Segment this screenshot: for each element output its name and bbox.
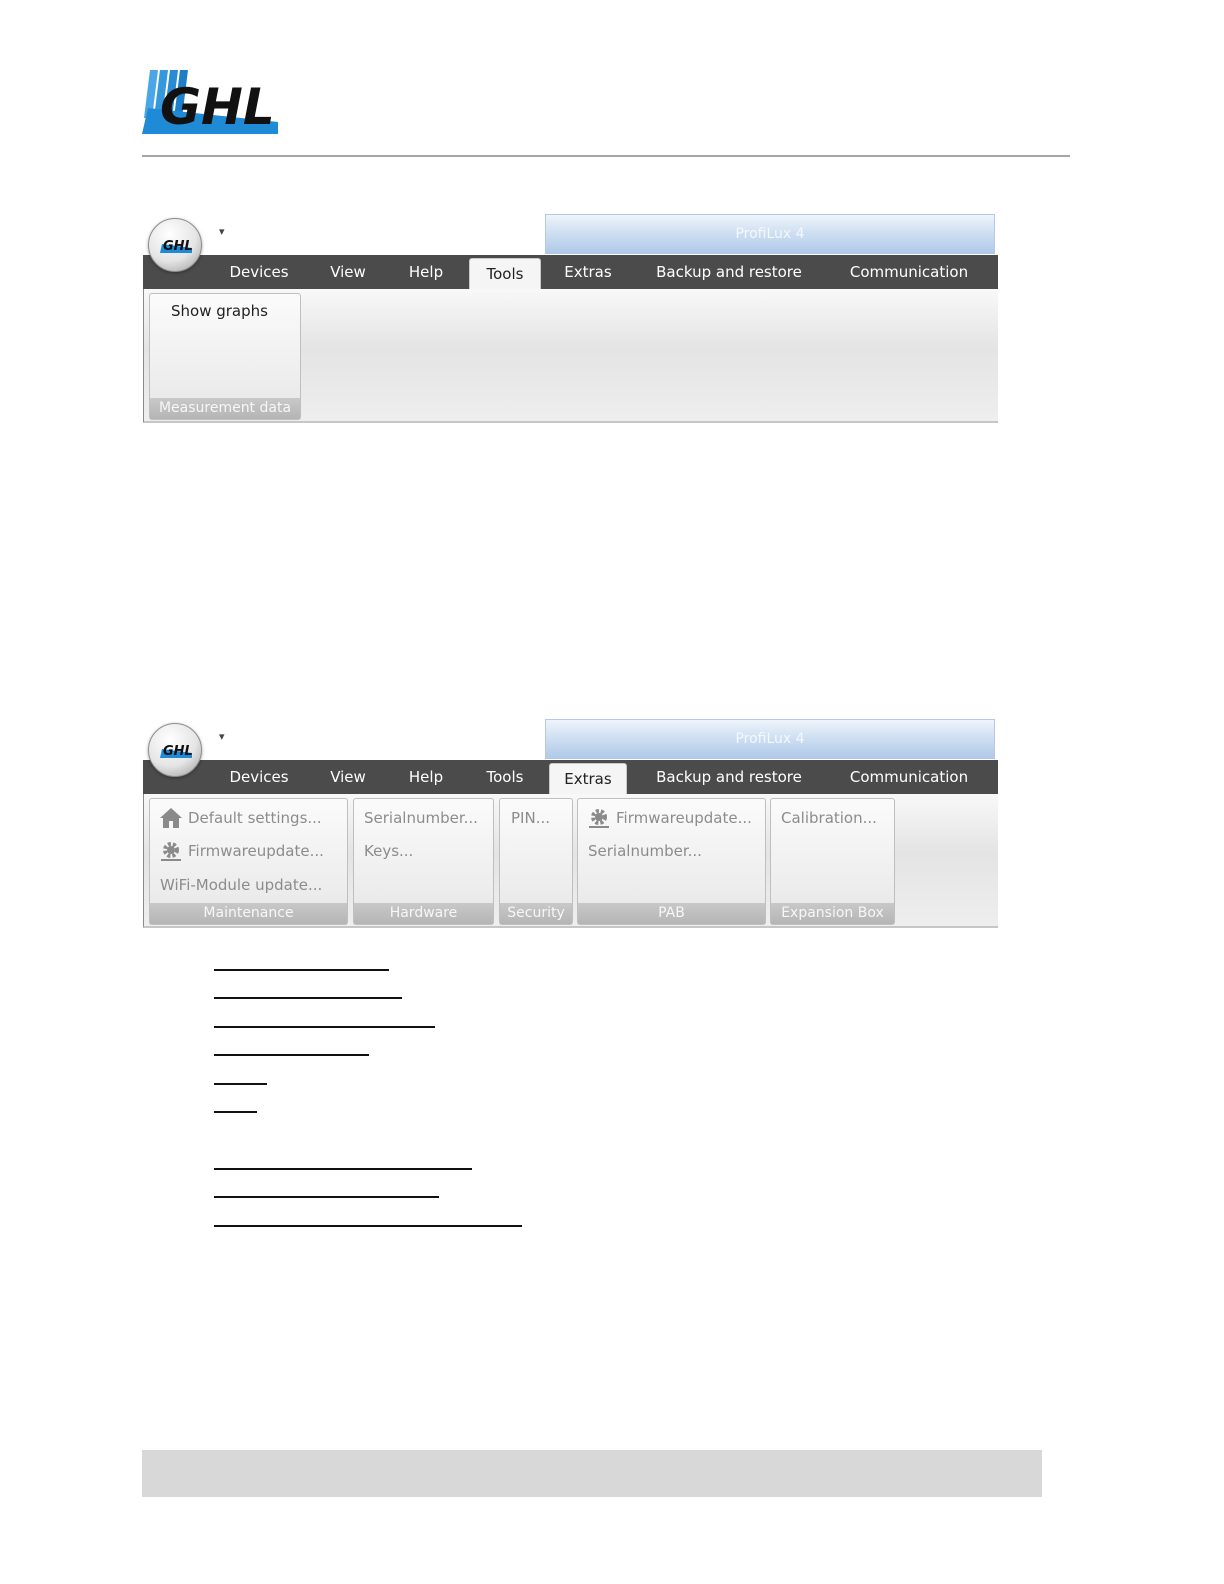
group-label-security: Security: [500, 903, 572, 924]
svg-text:GHL: GHL: [163, 744, 192, 759]
link-underline[interactable]: [214, 969, 389, 971]
tab-tools[interactable]: Tools: [469, 760, 541, 794]
quick-access-dropdown-icon[interactable]: ▾: [219, 226, 225, 237]
firmwareupdate-label: Firmwareupdate...: [188, 842, 324, 860]
ghl-logo: GHL: [142, 68, 280, 136]
gear-icon: [589, 809, 609, 828]
wifi-module-update-button[interactable]: WiFi-Module update...: [160, 876, 322, 894]
home-icon: [160, 808, 182, 828]
tab-backup-and-restore[interactable]: Backup and restore: [645, 255, 813, 289]
calibration-button[interactable]: Calibration...: [781, 809, 877, 827]
ribbon-extras-screenshot: ProfiLux 4 GHL ▾ Devices View Help Tools…: [143, 717, 998, 929]
window-title: ProfiLux 4: [735, 226, 805, 242]
ghl-logo-graphic: GHL: [142, 70, 278, 136]
link-underline[interactable]: [214, 997, 402, 999]
footer-bar: [142, 1450, 1042, 1497]
tab-view[interactable]: View: [317, 255, 379, 289]
pin-button[interactable]: PIN...: [511, 809, 550, 827]
group-security: PIN... Security: [499, 798, 573, 925]
tab-extras[interactable]: Extras: [553, 255, 623, 289]
ribbon-panel-tools: Show graphs Measurement data: [143, 289, 998, 423]
group-measurement-data: Show graphs Measurement data: [149, 293, 301, 420]
link-underline[interactable]: [214, 1225, 522, 1227]
calibration-label: Calibration...: [781, 809, 877, 827]
ribbon-tab-bar: Devices View Help Tools Extras Backup an…: [143, 255, 998, 289]
application-orb-button[interactable]: GHL: [148, 218, 202, 272]
tab-view[interactable]: View: [317, 760, 379, 794]
group-expansion-box: Calibration... Expansion Box: [770, 798, 895, 925]
gear-icon: [161, 842, 181, 861]
group-label-expansion-box: Expansion Box: [771, 903, 894, 924]
link-underline[interactable]: [214, 1196, 439, 1198]
link-underline[interactable]: [214, 1054, 369, 1056]
tab-backup-and-restore[interactable]: Backup and restore: [645, 760, 813, 794]
hardware-serialnumber-label: Serialnumber...: [364, 809, 478, 827]
link-underline[interactable]: [214, 1026, 435, 1028]
default-settings-button[interactable]: Default settings...: [159, 807, 322, 829]
group-label-pab: PAB: [578, 903, 765, 924]
ribbon-panel-extras: Default settings... Firmwareupdate... Wi…: [143, 794, 998, 928]
orb-logo-icon: GHL: [160, 239, 192, 254]
tab-extras[interactable]: Extras: [549, 763, 627, 794]
pab-serialnumber-button[interactable]: Serialnumber...: [588, 842, 702, 860]
wifi-module-update-label: WiFi-Module update...: [160, 876, 323, 894]
ribbon-tools-screenshot: ProfiLux 4 GHL ▾ Devices View Help Tools…: [143, 212, 998, 424]
quick-access-dropdown-icon[interactable]: ▾: [219, 731, 225, 742]
orb-logo-icon: GHL: [160, 744, 192, 759]
show-graphs-button[interactable]: Show graphs: [171, 302, 268, 320]
link-underline[interactable]: [214, 1111, 257, 1113]
pab-firmwareupdate-button[interactable]: Firmwareupdate...: [587, 807, 752, 829]
tab-devices[interactable]: Devices: [217, 255, 301, 289]
group-hardware: Serialnumber... Keys... Hardware: [353, 798, 494, 925]
link-underline[interactable]: [214, 1168, 472, 1170]
pin-label: PIN...: [511, 809, 550, 827]
tab-communication[interactable]: Communication: [839, 760, 979, 794]
default-settings-label: Default settings...: [188, 809, 322, 827]
tab-help[interactable]: Help: [395, 760, 457, 794]
group-label-hardware: Hardware: [354, 903, 493, 924]
keys-button[interactable]: Keys...: [364, 842, 413, 860]
header-divider: [142, 155, 1070, 157]
group-pab: Firmwareupdate... Serialnumber... PAB: [577, 798, 766, 925]
tab-devices[interactable]: Devices: [217, 760, 301, 794]
pab-serialnumber-label: Serialnumber...: [588, 842, 702, 860]
show-graphs-label: Show graphs: [171, 302, 268, 320]
tab-communication[interactable]: Communication: [839, 255, 979, 289]
logo-text: GHL: [160, 78, 275, 136]
hardware-serialnumber-button[interactable]: Serialnumber...: [364, 809, 478, 827]
svg-text:GHL: GHL: [163, 239, 192, 254]
keys-label: Keys...: [364, 842, 414, 860]
link-underline[interactable]: [214, 1083, 267, 1085]
group-maintenance: Default settings... Firmwareupdate... Wi…: [149, 798, 348, 925]
window-title: ProfiLux 4: [735, 731, 805, 747]
group-label-maintenance: Maintenance: [150, 903, 347, 924]
firmwareupdate-button[interactable]: Firmwareupdate...: [159, 840, 324, 862]
pab-firmwareupdate-label: Firmwareupdate...: [616, 809, 752, 827]
tab-help[interactable]: Help: [395, 255, 457, 289]
window-title-bar: ProfiLux 4: [545, 214, 995, 254]
application-orb-button[interactable]: GHL: [148, 723, 202, 777]
tab-tools[interactable]: Tools: [469, 258, 541, 289]
window-title-bar: ProfiLux 4: [545, 719, 995, 759]
group-label-measurement-data: Measurement data: [150, 398, 300, 419]
ribbon-tab-bar: Devices View Help Tools Extras Backup an…: [143, 760, 998, 794]
